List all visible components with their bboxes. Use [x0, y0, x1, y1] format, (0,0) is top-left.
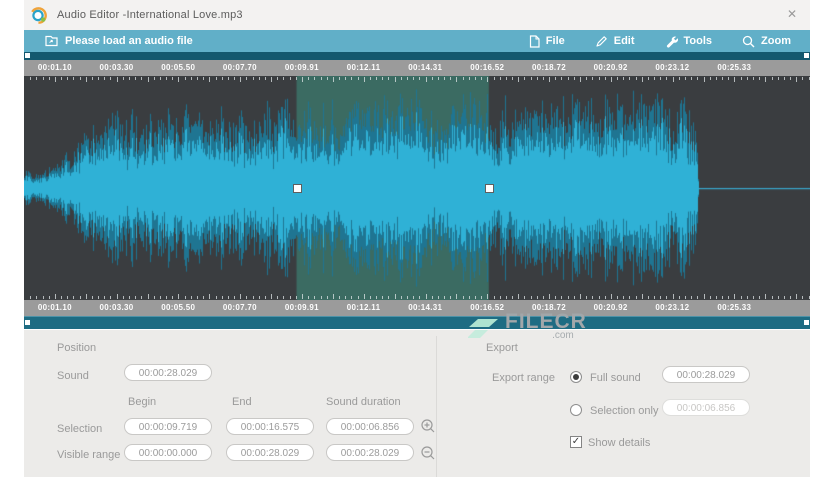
- ruler-bottom: 00:01.10 00:03.30 00:05.50 00:07.70 00:09.91…: [24, 300, 810, 316]
- column-begin: Begin: [128, 396, 157, 408]
- show-details-checkbox[interactable]: ✓: [570, 436, 582, 448]
- ruler-top: 00:01.10 00:03.30 00:05.50 00:07.70 00:09.91…: [24, 60, 810, 76]
- selection-row-label: Selection: [57, 423, 103, 435]
- visible-range-row-label: Visible range: [57, 449, 121, 461]
- export-range-label: Export range: [492, 372, 555, 384]
- ruler-label: 00:14.31: [408, 303, 443, 312]
- ruler-label: 00:12.11: [346, 303, 381, 312]
- timeline-editor: 00:01.10 00:03.30 00:05.50 00:07.70 00:09.91…: [24, 52, 810, 329]
- timeline-scrollbar-top[interactable]: [24, 52, 810, 60]
- ruler-label: 00:14.31: [408, 63, 443, 72]
- ruler-label: 00:20.92: [593, 303, 628, 312]
- ruler-label: 00:09.91: [284, 63, 319, 72]
- visible-range-begin-field[interactable]: 00:00:00.000: [124, 444, 212, 461]
- ruler-label: 00:01.10: [37, 63, 72, 72]
- selection-begin-field[interactable]: 00:00:09.719: [124, 418, 212, 435]
- ruler-label: 00:25.33: [717, 63, 752, 72]
- zoom-in-icon[interactable]: [420, 418, 436, 434]
- selection-only-radio[interactable]: [570, 404, 582, 416]
- selection-end-field[interactable]: 00:00:16.575: [226, 418, 314, 435]
- ruler-label: 00:09.91: [284, 303, 319, 312]
- ruler-label: 00:03.30: [99, 63, 134, 72]
- menu-zoom[interactable]: Zoom: [727, 35, 806, 48]
- ruler-label: 00:18.72: [531, 63, 566, 72]
- ruler-label: 00:12.11: [346, 63, 381, 72]
- position-section-title: Position: [57, 342, 97, 354]
- selection-duration-field[interactable]: 00:00:06.856: [326, 418, 414, 435]
- menu-edit-label: Edit: [613, 35, 635, 47]
- audio-editor-window: Audio Editor -International Love.mp3 ✕ P…: [24, 0, 810, 478]
- file-icon: [529, 34, 540, 48]
- ruler-label: 00:16.52: [470, 63, 505, 72]
- menu-file-label: File: [545, 35, 565, 47]
- scrollbar-handle-left[interactable]: [25, 320, 30, 325]
- waveform-area: [24, 76, 810, 300]
- title-bar: Audio Editor -International Love.mp3 ✕: [24, 0, 810, 30]
- waveform-canvas[interactable]: [24, 76, 810, 300]
- toolbar: Please load an audio file File Edit Tool…: [24, 30, 810, 52]
- full-sound-duration-field[interactable]: 00:00:28.029: [662, 366, 750, 383]
- ruler-label: 00:23.12: [655, 303, 690, 312]
- ruler-label: 00:07.70: [222, 63, 257, 72]
- ruler-label: 00:01.10: [37, 303, 72, 312]
- ruler-label: 00:05.50: [161, 303, 196, 312]
- ruler-label: 00:03.30: [99, 303, 134, 312]
- sound-label: Sound: [57, 370, 89, 382]
- menu-edit[interactable]: Edit: [580, 35, 650, 48]
- full-sound-label: Full sound: [590, 372, 641, 384]
- tools-icon: [666, 35, 678, 48]
- window-title: Audio Editor -International Love.mp3: [57, 9, 243, 21]
- panel-divider: [436, 336, 437, 477]
- selection-only-label: Selection only: [590, 405, 659, 417]
- zoom-out-icon[interactable]: [420, 445, 436, 461]
- menu-zoom-label: Zoom: [761, 35, 791, 47]
- load-audio-button[interactable]: Please load an audio file: [45, 30, 193, 52]
- close-button[interactable]: ✕: [787, 6, 797, 22]
- column-end: End: [232, 396, 252, 408]
- scrollbar-handle-right[interactable]: [804, 320, 809, 325]
- scrollbar-handle-right[interactable]: [804, 53, 809, 58]
- visible-range-end-field[interactable]: 00:00:28.029: [226, 444, 314, 461]
- ruler-label: 00:05.50: [161, 63, 196, 72]
- menu-tools[interactable]: Tools: [650, 35, 728, 48]
- export-section-title: Export: [486, 342, 518, 354]
- selection-handle-left[interactable]: [292, 183, 302, 193]
- ruler-label: 00:23.12: [655, 63, 690, 72]
- load-audio-label: Please load an audio file: [65, 35, 193, 47]
- ruler-label: 00:25.33: [717, 303, 752, 312]
- selection-only-duration-field[interactable]: 00:00:06.856: [662, 399, 750, 416]
- scrollbar-handle-left[interactable]: [25, 53, 30, 58]
- menu-tools-label: Tools: [683, 35, 713, 47]
- selection-handle-right[interactable]: [484, 183, 494, 193]
- full-sound-radio[interactable]: [570, 371, 582, 383]
- ruler-label: 00:20.92: [593, 63, 628, 72]
- show-details-label: Show details: [588, 437, 651, 449]
- timeline-scrollbar-bottom[interactable]: [24, 316, 810, 329]
- ruler-label: 00:16.52: [470, 303, 505, 312]
- sound-duration-field[interactable]: 00:00:28.029: [124, 364, 212, 381]
- import-audio-icon: [45, 35, 58, 47]
- edit-icon: [596, 35, 607, 47]
- app-logo-icon: [30, 6, 47, 24]
- column-sound-duration: Sound duration: [326, 396, 401, 408]
- ruler-label: 00:07.70: [222, 303, 257, 312]
- zoom-icon: [742, 35, 755, 47]
- visible-range-duration-field[interactable]: 00:00:28.029: [326, 444, 414, 461]
- ruler-label: 00:18.72: [531, 303, 566, 312]
- menu-bar: File Edit Tools Zoom: [514, 30, 806, 52]
- menu-file[interactable]: File: [514, 34, 580, 48]
- bottom-panel: Position Sound 00:00:28.029 Begin End So…: [24, 330, 810, 477]
